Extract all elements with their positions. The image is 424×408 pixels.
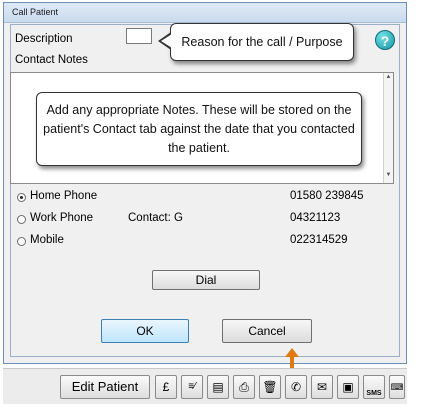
work-phone-contact: Contact: G xyxy=(128,212,183,224)
home-phone-label[interactable]: Home Phone xyxy=(30,190,97,202)
edit-patient-button[interactable]: Edit Patient xyxy=(60,375,150,399)
work-phone-radio[interactable] xyxy=(17,215,26,224)
phone-icon[interactable]: ✆ xyxy=(285,375,307,399)
description-label: Description xyxy=(15,33,73,45)
work-phone-number: 04321123 xyxy=(290,212,341,224)
cheque-icon[interactable]: ≡⁄ xyxy=(181,375,203,399)
scroll-up-icon[interactable]: ▲ xyxy=(384,74,393,84)
mobile-number: 022314529 xyxy=(290,234,348,246)
patient-toolbar: Edit Patient £ ≡⁄ ▤ ⎙ 🗑 ✆ ✉ ▣ SMS ⌨ xyxy=(3,368,407,404)
notes-scrollbar[interactable]: ▲ ▼ xyxy=(383,73,393,183)
sms-icon[interactable]: SMS xyxy=(363,375,385,399)
title-bar: Call Patient xyxy=(4,3,406,23)
address-card-icon[interactable]: ▣ xyxy=(337,375,359,399)
pound-icon[interactable]: £ xyxy=(155,375,177,399)
letter-icon[interactable]: ✉ xyxy=(311,375,333,399)
window-title: Call Patient xyxy=(12,7,59,17)
reason-callout: Reason for the call / Purpose xyxy=(158,23,354,61)
contact-notes-label: Contact Notes xyxy=(15,54,88,66)
trash-icon[interactable]: 🗑 xyxy=(259,375,281,399)
home-phone-number: 01580 239845 xyxy=(290,190,364,202)
ok-button[interactable]: OK xyxy=(101,319,189,343)
mobile-radio[interactable] xyxy=(17,237,26,246)
cancel-button[interactable]: Cancel xyxy=(222,319,312,343)
print-icon[interactable]: ⎙ xyxy=(233,375,255,399)
notes-callout: Add any appropriate Notes. These will be… xyxy=(36,92,362,166)
help-icon[interactable]: ? xyxy=(375,30,395,50)
mobile-label[interactable]: Mobile xyxy=(30,234,64,246)
keyboard-icon[interactable]: ⌨ xyxy=(389,375,405,399)
scroll-down-icon[interactable]: ▼ xyxy=(384,172,393,182)
description-input[interactable] xyxy=(126,28,152,44)
document-icon[interactable]: ▤ xyxy=(207,375,229,399)
work-phone-label[interactable]: Work Phone xyxy=(30,212,93,224)
dial-button[interactable]: Dial xyxy=(152,270,260,290)
home-phone-radio[interactable] xyxy=(17,193,26,202)
